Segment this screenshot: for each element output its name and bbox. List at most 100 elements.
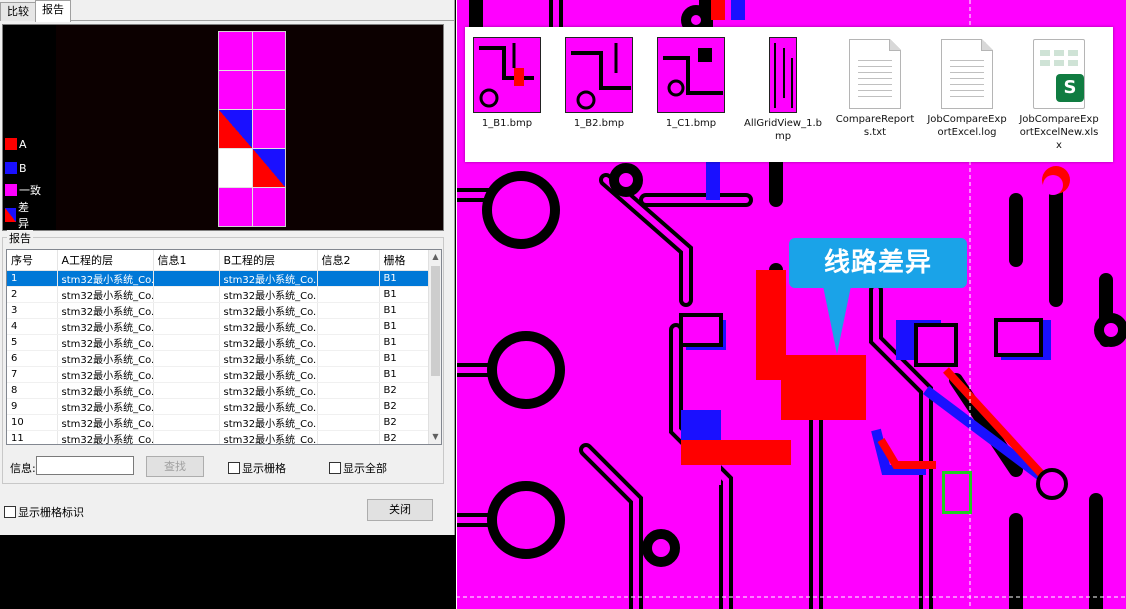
show-grid-checkbox[interactable]: 显示栅格 (228, 460, 286, 476)
file-item[interactable]: 1_C1.bmp (651, 37, 731, 130)
file-name: 1_B1.bmp (481, 118, 533, 129)
grid-cell-diff[interactable] (219, 110, 252, 148)
grid-cell[interactable] (219, 188, 252, 226)
legend-label: 差异 (18, 201, 29, 230)
table-cell: B1 (379, 302, 432, 319)
excel-badge: S (1056, 74, 1084, 102)
checkbox-box[interactable] (228, 462, 240, 474)
table-row[interactable]: 9 stm32最小系统_Co... stm32最小系统_Co... B2 (7, 398, 432, 415)
table-cell: 9 (7, 398, 58, 415)
grid-cell[interactable] (219, 71, 252, 109)
file-name: 1_C1.bmp (665, 118, 717, 129)
file-name: JobCompareExportExcel.log (927, 114, 1007, 138)
checkbox-label: 显示栅格标识 (18, 506, 84, 519)
table-cell (153, 286, 220, 303)
table-row[interactable]: 10 stm32最小系统_Co... stm32最小系统_Co... B2 (7, 414, 432, 431)
checkbox-box[interactable] (4, 506, 16, 518)
compare-report-dialog: 比较 报告 A B 一致 差异 报告 序号 A工程的层 信息1 B工程的层 信息… (0, 0, 455, 535)
table-cell (317, 382, 380, 399)
column-header[interactable]: 信息2 (317, 250, 380, 271)
table-row[interactable]: 4 stm32最小系统_Co... stm32最小系统_Co... B1 (7, 318, 432, 335)
grid-cell[interactable] (219, 32, 252, 70)
table-row[interactable]: 11 stm32最小系统_Co... stm32最小系统_Co... B2 (7, 430, 432, 444)
grid-cell[interactable] (252, 32, 285, 70)
table-cell: stm32最小系统_Co... (219, 270, 318, 287)
legend-item-same: 一致 (5, 183, 41, 197)
info-input[interactable] (36, 456, 134, 475)
scroll-up-icon[interactable]: ▲ (429, 250, 441, 264)
table-cell: stm32最小系统_Co... (57, 318, 154, 335)
table-cell: stm32最小系统_Co... (57, 334, 154, 351)
file-item[interactable]: CompareReports.txt (835, 37, 915, 139)
callout-label: 线路差异 (789, 238, 967, 288)
legend-item-b: B (5, 161, 27, 175)
legend-panel: A B 一致 差异 (3, 25, 56, 230)
column-header[interactable]: B工程的层 (219, 250, 318, 271)
table-cell: B1 (379, 270, 432, 287)
grid-cells (218, 31, 286, 227)
checkbox-box[interactable] (329, 462, 341, 474)
checkbox-label: 显示全部 (343, 462, 387, 475)
legend-label: 一致 (19, 184, 41, 197)
grid-cell[interactable] (252, 110, 285, 148)
column-header[interactable]: 信息1 (153, 250, 220, 271)
file-name: JobCompareExportExcelNew.xlsx (1019, 114, 1099, 151)
show-grid-mark-checkbox[interactable]: 显示栅格标识 (4, 504, 84, 520)
grid-cell[interactable] (252, 188, 285, 226)
table-cell: stm32最小系统_Co... (57, 286, 154, 303)
tab-report[interactable]: 报告 (35, 0, 71, 22)
table-row[interactable]: 3 stm32最小系统_Co... stm32最小系统_Co... B1 (7, 302, 432, 319)
table-cell: B1 (379, 318, 432, 335)
table-cell: stm32最小系统_Co... (57, 302, 154, 319)
table-cell (153, 302, 220, 319)
table-cell: stm32最小系统_Co... (57, 366, 154, 383)
table-cell (153, 350, 220, 367)
file-item[interactable]: 1_B2.bmp (559, 37, 639, 130)
file-item[interactable]: JobCompareExportExcel.log (927, 37, 1007, 139)
table-cell: 11 (7, 430, 58, 444)
file-item[interactable]: S JobCompareExportExcelNew.xlsx (1019, 37, 1099, 152)
table-row[interactable]: 6 stm32最小系统_Co... stm32最小系统_Co... B1 (7, 350, 432, 367)
table-cell: 10 (7, 414, 58, 431)
table-cell: B1 (379, 286, 432, 303)
scroll-thumb[interactable] (431, 266, 440, 376)
show-all-checkbox[interactable]: 显示全部 (329, 460, 387, 476)
search-row: 信息: 查找 显示栅格 显示全部 (6, 456, 442, 478)
grid-cell-diff[interactable] (252, 149, 285, 187)
grid-highlight-box (942, 471, 972, 514)
report-group-title: 报告 (7, 230, 33, 246)
tab-compare[interactable]: 比较 (0, 2, 36, 21)
table-row[interactable]: 5 stm32最小系统_Co... stm32最小系统_Co... B1 (7, 334, 432, 351)
scroll-down-icon[interactable]: ▼ (429, 430, 441, 444)
file-explorer-strip: 1_B1.bmp 1_B2.bmp 1_C1.bmp AllGridView_1… (465, 27, 1113, 162)
grid-cell[interactable] (219, 149, 252, 187)
find-button[interactable]: 查找 (146, 456, 204, 477)
table-row[interactable]: 1 stm32最小系统_Co... stm32最小系统_Co... B1 (7, 270, 432, 287)
table-cell: stm32最小系统_Co... (219, 382, 318, 399)
table-cell (317, 302, 380, 319)
bmp-thumbnail-icon (565, 37, 633, 113)
table-cell (317, 286, 380, 303)
table-cell (153, 382, 220, 399)
table-row[interactable]: 8 stm32最小系统_Co... stm32最小系统_Co... B2 (7, 382, 432, 399)
column-header[interactable]: 序号 (7, 250, 58, 271)
table-cell: B2 (379, 398, 432, 415)
table-cell: stm32最小系统_Co... (219, 366, 318, 383)
callout-pointer (823, 286, 851, 354)
file-item[interactable]: 1_B1.bmp (467, 37, 547, 130)
table-cell: stm32最小系统_Co... (219, 398, 318, 415)
vertical-scrollbar[interactable]: ▲ ▼ (428, 250, 441, 444)
column-header[interactable]: A工程的层 (57, 250, 154, 271)
file-item[interactable]: AllGridView_1.bmp (743, 37, 823, 143)
grid-cell[interactable] (252, 71, 285, 109)
table-cell (153, 430, 220, 444)
bmp-thumbnail-icon (473, 37, 541, 113)
table-row[interactable]: 2 stm32最小系统_Co... stm32最小系统_Co... B1 (7, 286, 432, 303)
table-row[interactable]: 7 stm32最小系统_Co... stm32最小系统_Co... B1 (7, 366, 432, 383)
legend-item-a: A (5, 137, 27, 151)
grid-preview-panel: A B 一致 差异 (2, 24, 444, 231)
table-cell: stm32最小系统_Co... (219, 318, 318, 335)
close-button[interactable]: 关闭 (367, 499, 433, 521)
legend-label: A (19, 137, 27, 151)
column-header[interactable]: 栅格 (379, 250, 432, 271)
